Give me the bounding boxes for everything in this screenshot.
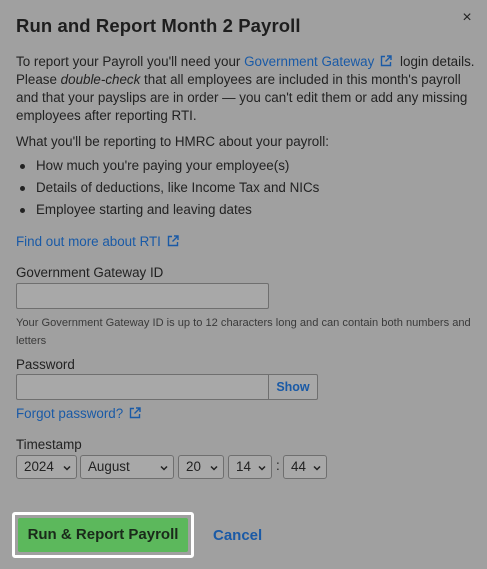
password-label: Password (16, 357, 75, 372)
year-select[interactable]: 2024 (16, 455, 77, 479)
gateway-id-hint: Your Government Gateway ID is up to 12 c… (16, 317, 471, 347)
intro-text: To report your Payroll you'll need your … (16, 53, 476, 125)
run-report-payroll-button[interactable]: Run & Report Payroll (18, 518, 188, 552)
gateway-id-label: Government Gateway ID (16, 265, 164, 280)
cancel-button[interactable]: Cancel (213, 527, 262, 544)
timestamp-label: Timestamp (16, 437, 82, 452)
month-select[interactable]: August (80, 455, 174, 479)
list-item: Details of deductions, like Income Tax a… (16, 179, 319, 201)
close-icon[interactable]: × (458, 9, 476, 27)
minute-value: 44 (291, 459, 306, 474)
primary-button-focus-ring: Run & Report Payroll (12, 512, 194, 558)
day-value: 20 (186, 459, 201, 474)
list-item: Employee starting and leaving dates (16, 201, 319, 223)
day-select[interactable]: 20 (178, 455, 224, 479)
reporting-list: How much you're paying your employee(s) … (16, 157, 319, 223)
chevron-down-icon (63, 465, 71, 471)
chevron-down-icon (160, 465, 168, 471)
government-gateway-link[interactable]: Government Gateway (244, 54, 396, 69)
chevron-down-icon (313, 465, 321, 471)
government-gateway-link-label: Government Gateway (244, 54, 375, 69)
forgot-password-label: Forgot password? (16, 406, 124, 421)
list-item: How much you're paying your employee(s) (16, 157, 319, 179)
gateway-id-input[interactable] (16, 283, 269, 309)
minute-select[interactable]: 44 (283, 455, 327, 479)
rti-info-link[interactable]: Find out more about RTI (16, 234, 183, 249)
hour-select[interactable]: 14 (228, 455, 272, 479)
rti-info-link-label: Find out more about RTI (16, 234, 161, 249)
show-password-button[interactable]: Show (268, 374, 318, 400)
external-link-icon (129, 407, 141, 419)
reporting-heading: What you'll be reporting to HMRC about y… (16, 134, 329, 149)
year-value: 2024 (24, 459, 54, 474)
intro-emphasis: double-check (60, 72, 141, 87)
external-link-icon (167, 235, 179, 247)
chevron-down-icon (258, 465, 266, 471)
external-link-icon (381, 55, 393, 67)
chevron-down-icon (210, 465, 218, 471)
dialog-title: Run and Report Month 2 Payroll (16, 15, 301, 36)
hour-value: 14 (236, 459, 251, 474)
intro-part-1: To report your Payroll you'll need your (16, 54, 245, 69)
month-value: August (88, 459, 130, 474)
forgot-password-link[interactable]: Forgot password? (16, 406, 145, 421)
password-input[interactable] (16, 374, 269, 400)
time-separator: : (276, 458, 280, 473)
